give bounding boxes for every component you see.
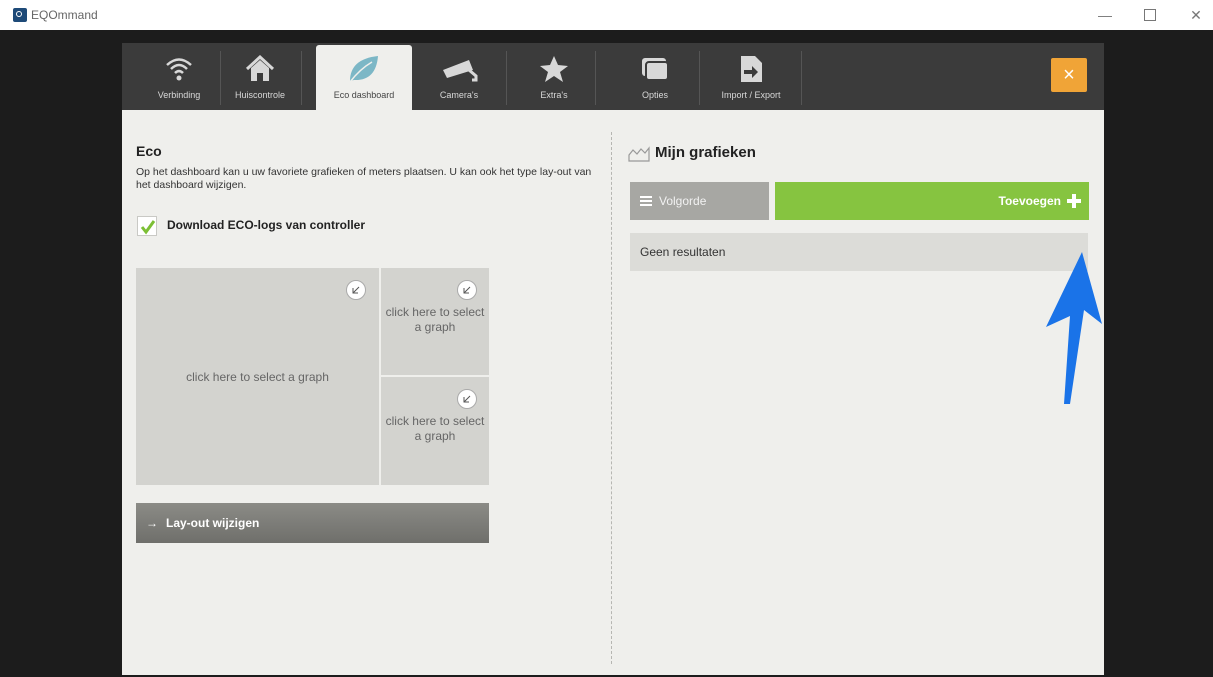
tab-label: Opties	[641, 90, 668, 100]
download-eco-logs-checkbox[interactable]	[137, 216, 157, 236]
graph-slot-large[interactable]: click here to select a graph	[136, 268, 379, 485]
tab-bar: Verbinding Huiscontrole Eco dashboard Ca…	[122, 43, 1104, 110]
arrow-right-icon: →	[146, 516, 158, 530]
tab-divider	[301, 51, 302, 105]
eco-description: Op het dashboard kan u uw favoriete graf…	[136, 166, 592, 191]
import-export-icon	[705, 53, 797, 85]
tab-divider	[699, 51, 700, 105]
tab-import-export[interactable]: Import / Export	[705, 45, 797, 110]
tab-huiscontrole[interactable]: Huiscontrole	[228, 45, 292, 110]
tab-divider	[595, 51, 596, 105]
app-logo-icon	[13, 8, 27, 22]
options-icon	[623, 53, 687, 85]
panel-divider	[611, 132, 612, 664]
tab-label: Eco dashboard	[333, 90, 395, 100]
graph-slot-text: click here to select a graph	[385, 305, 485, 334]
change-layout-button[interactable]: → Lay-out wijzigen	[136, 503, 489, 543]
change-layout-label: Lay-out wijzigen	[166, 516, 260, 530]
tab-verbinding[interactable]: Verbinding	[147, 45, 211, 110]
graph-slot-small-top[interactable]: click here to select a graph	[381, 268, 489, 375]
tab-eco-dashboard[interactable]: Eco dashboard	[316, 45, 412, 110]
empty-results-row: Geen resultaten	[630, 233, 1088, 271]
expand-icon[interactable]	[457, 389, 477, 409]
tab-label: Verbinding	[157, 90, 201, 100]
maximize-button[interactable]	[1134, 4, 1166, 26]
order-button[interactable]: Volgorde	[630, 182, 769, 220]
add-graph-button[interactable]: Toevoegen	[775, 182, 1089, 220]
maximize-icon	[1144, 9, 1156, 22]
window-close-button[interactable]: ✕	[1180, 4, 1212, 26]
dashboard-layout-grid: click here to select a graph click here …	[136, 268, 489, 485]
tab-opties[interactable]: Opties	[623, 45, 687, 110]
eco-title: Eco	[136, 143, 162, 159]
minimize-button[interactable]: —	[1089, 4, 1121, 26]
app-panel: Verbinding Huiscontrole Eco dashboard Ca…	[122, 43, 1104, 675]
tab-divider	[220, 51, 221, 105]
order-label: Volgorde	[659, 194, 707, 208]
wifi-icon	[147, 53, 211, 85]
tab-cameras[interactable]: Camera's	[427, 45, 491, 110]
tab-label: Import / Export	[721, 90, 781, 100]
graph-slot-text: click here to select a graph	[186, 370, 329, 384]
menu-icon	[640, 195, 652, 206]
plus-icon	[1067, 194, 1081, 208]
tab-label: Camera's	[439, 90, 479, 100]
download-eco-logs-label[interactable]: Download ECO-logs van controller	[167, 218, 365, 232]
graph-slot-text: click here to select a graph	[385, 414, 485, 443]
window-titlebar: EQOmmand — ✕	[0, 0, 1213, 30]
camera-icon	[427, 53, 491, 85]
tab-divider	[801, 51, 802, 105]
expand-icon[interactable]	[346, 280, 366, 300]
content-area: Eco Op het dashboard kan u uw favoriete …	[122, 110, 1104, 675]
tab-divider	[506, 51, 507, 105]
tab-label: Extra's	[540, 90, 568, 100]
leaf-icon	[316, 53, 412, 85]
window-title: EQOmmand	[31, 8, 98, 22]
arrow-annotation-icon	[1040, 252, 1106, 417]
tab-label: Huiscontrole	[234, 90, 286, 100]
expand-icon[interactable]	[457, 280, 477, 300]
my-graphs-title: Mijn grafieken	[655, 144, 756, 161]
star-icon	[522, 53, 586, 85]
close-button[interactable]: ×	[1051, 58, 1087, 92]
checkmark-icon	[140, 220, 156, 235]
chart-area-icon	[628, 146, 650, 167]
add-graph-label: Toevoegen	[998, 194, 1061, 208]
home-icon	[228, 53, 292, 85]
graph-slot-small-bottom[interactable]: click here to select a graph	[381, 377, 489, 485]
tab-extras[interactable]: Extra's	[522, 45, 586, 110]
